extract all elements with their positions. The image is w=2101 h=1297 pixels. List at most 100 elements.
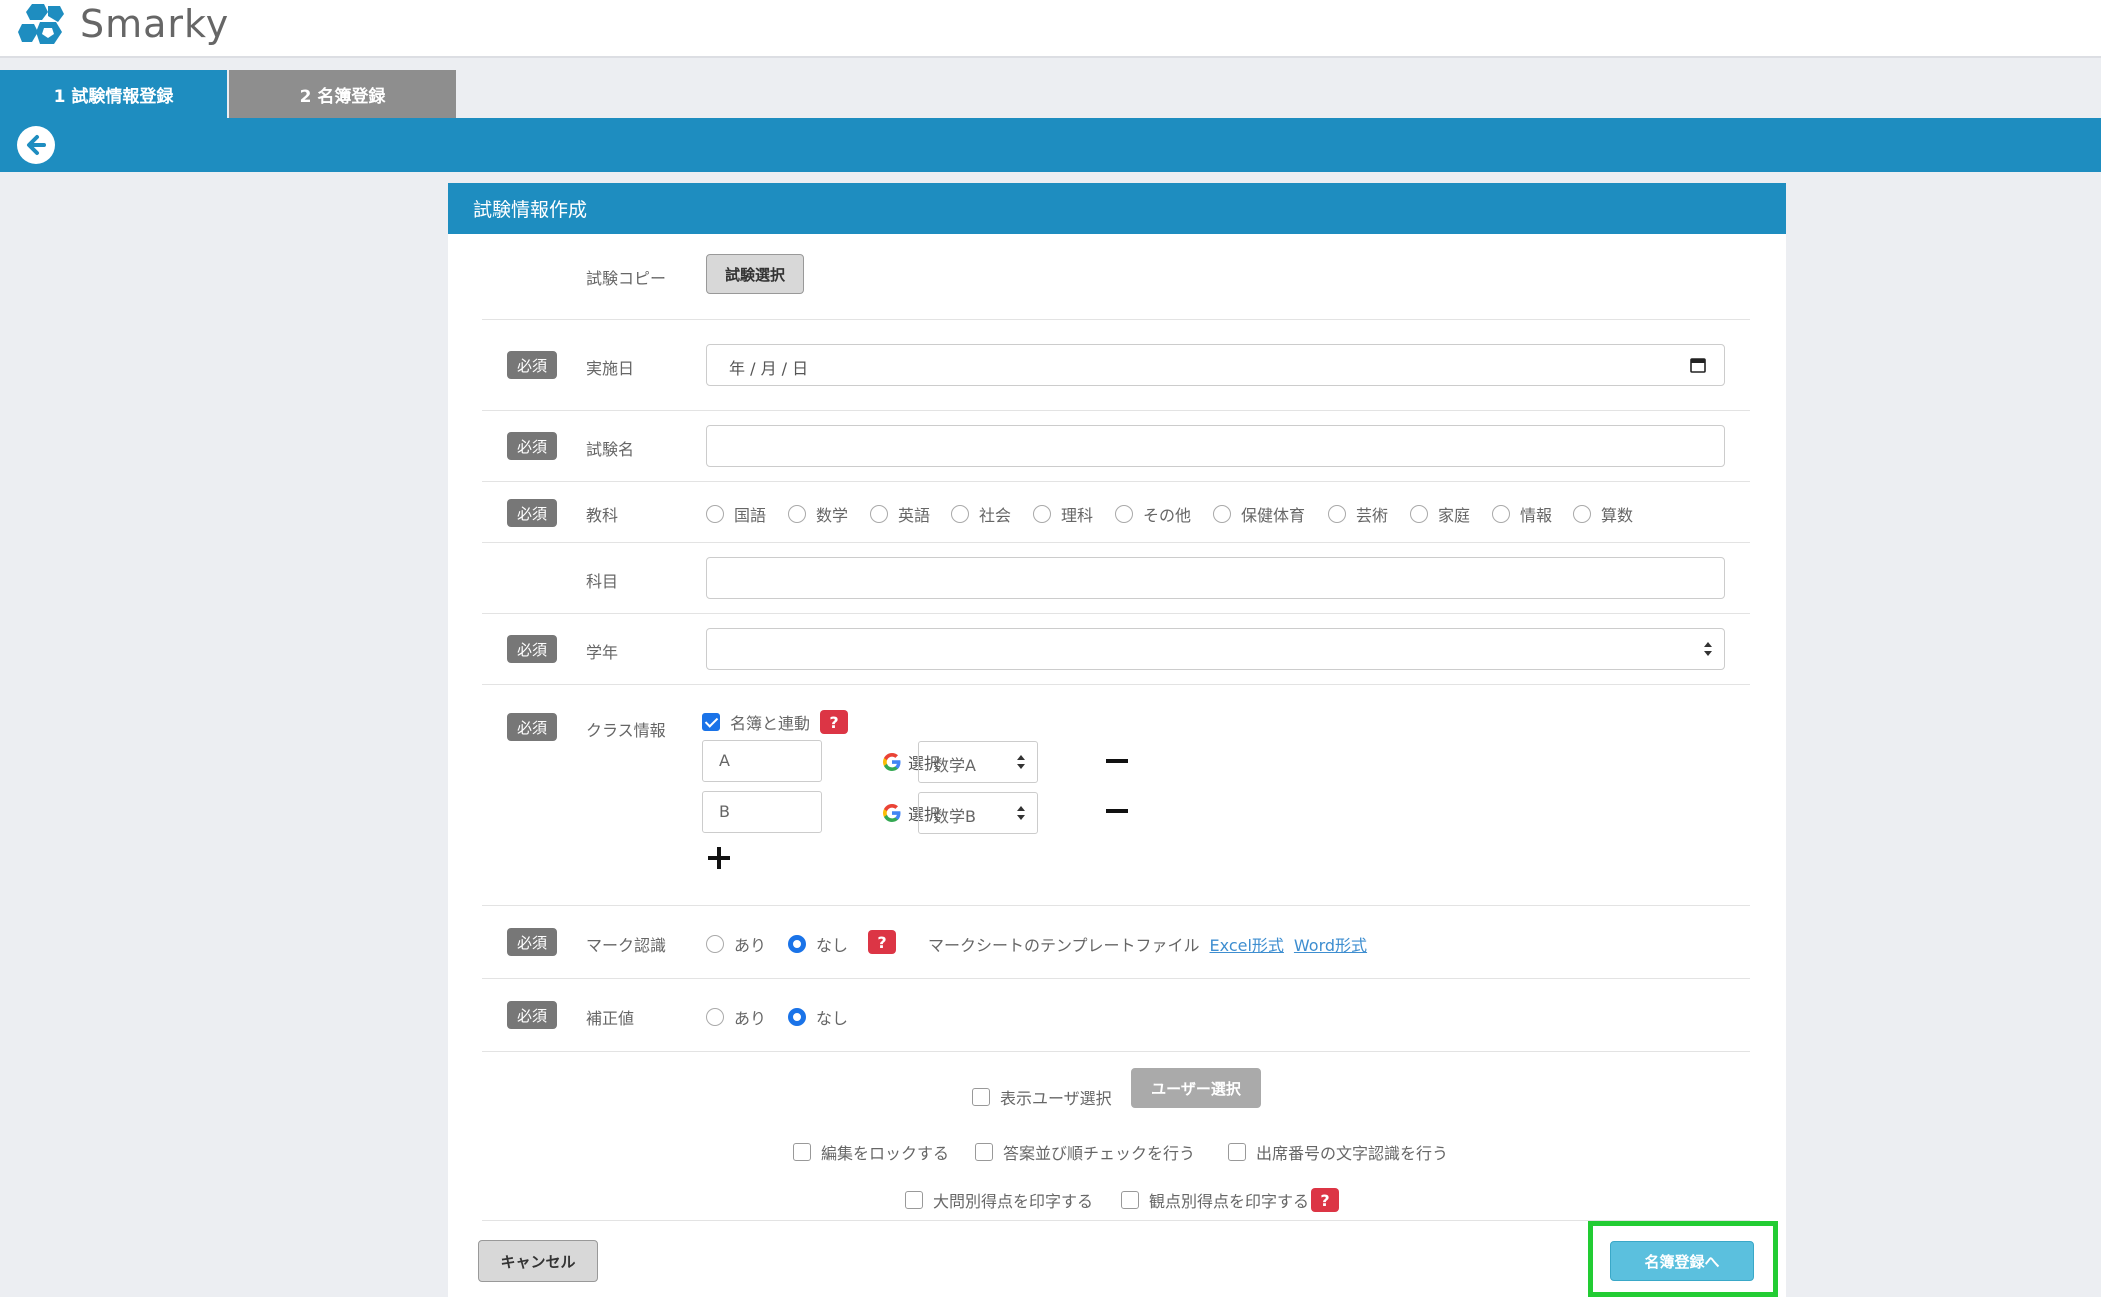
mark-option-no[interactable]: なし: [788, 932, 848, 956]
lock-edit-option[interactable]: 編集をロックする: [793, 1140, 949, 1164]
back-button[interactable]: [17, 126, 55, 164]
select-arrows-icon: [1704, 642, 1712, 656]
google-icon: [883, 804, 901, 822]
tab-exam-info[interactable]: 1 試験情報登録: [0, 70, 227, 118]
smarky-logo-icon: [18, 4, 64, 44]
radio-button[interactable]: [1492, 505, 1510, 523]
radio-button[interactable]: [1213, 505, 1231, 523]
radio-button[interactable]: [706, 1008, 724, 1026]
radio-button-selected[interactable]: [788, 1008, 806, 1026]
subject-option[interactable]: 数学: [788, 502, 848, 526]
cancel-button[interactable]: キャンセル: [478, 1240, 598, 1282]
mark-template-text: マークシートのテンプレートファイル Excel形式 Word形式: [928, 932, 1367, 956]
exam-name-input[interactable]: [706, 425, 1725, 467]
exam-select-button[interactable]: 試験選択: [706, 254, 804, 294]
mark-option-yes[interactable]: あり: [706, 932, 766, 956]
subject-option[interactable]: 芸術: [1328, 502, 1388, 526]
radio-button[interactable]: [1328, 505, 1346, 523]
class-name-input[interactable]: A: [702, 740, 822, 782]
subject-option[interactable]: 社会: [951, 502, 1011, 526]
correction-label: 補正値: [586, 1009, 635, 1028]
app-name: Smarky: [80, 2, 230, 46]
correction-row: 必須 補正値 あり なし: [482, 979, 1750, 1052]
next-to-roster-button[interactable]: 名簿登録へ: [1610, 1241, 1754, 1281]
course-input[interactable]: [706, 557, 1725, 599]
subject-option[interactable]: 情報: [1492, 502, 1552, 526]
excel-template-link[interactable]: Excel形式: [1210, 932, 1284, 956]
remove-class-button[interactable]: [1106, 759, 1128, 763]
date-label: 実施日: [586, 359, 635, 378]
help-icon[interactable]: ?: [1311, 1188, 1340, 1212]
radio-button[interactable]: [1115, 505, 1133, 523]
radio-button[interactable]: [1573, 505, 1591, 523]
attendance-ocr-option[interactable]: 出席番号の文字認識を行う: [1228, 1140, 1448, 1164]
class-course-select[interactable]: 数学B: [918, 792, 1038, 834]
radio-button[interactable]: [706, 935, 724, 953]
radio-button[interactable]: [870, 505, 888, 523]
radio-button[interactable]: [1410, 505, 1428, 523]
lock-edit-checkbox[interactable]: [793, 1143, 811, 1161]
exam-form-card: 試験情報作成 試験コピー 試験選択 必須 実施日 年 / 月 / 日 必須 試験…: [448, 183, 1786, 1297]
required-badge: 必須: [507, 1001, 557, 1029]
attendance-ocr-checkbox[interactable]: [1228, 1143, 1246, 1161]
answer-order-option[interactable]: 答案並び順チェックを行う: [975, 1140, 1195, 1164]
radio-button[interactable]: [706, 505, 724, 523]
calendar-icon[interactable]: [1690, 357, 1706, 373]
user-select-button[interactable]: ユーザー選択: [1131, 1068, 1261, 1108]
class-name-input[interactable]: B: [702, 791, 822, 833]
answer-order-checkbox[interactable]: [975, 1143, 993, 1161]
correction-option-yes[interactable]: あり: [706, 1005, 766, 1029]
help-icon[interactable]: ?: [868, 930, 896, 954]
remove-class-button[interactable]: [1106, 809, 1128, 813]
required-badge: 必須: [507, 351, 557, 379]
subject-option[interactable]: 英語: [870, 502, 930, 526]
subject-row: 必須 教科 国語 数学 英語 社会 理科 その他 保健体育 芸術 家庭 情報 算…: [482, 482, 1750, 543]
print-viewpoint-checkbox[interactable]: [1121, 1191, 1139, 1209]
display-user-checkbox[interactable]: [972, 1088, 990, 1106]
app-logo[interactable]: Smarky: [18, 0, 229, 48]
print-big-question-checkbox[interactable]: [905, 1191, 923, 1209]
radio-button[interactable]: [788, 505, 806, 523]
exam-copy-row: 試験コピー 試験選択: [482, 234, 1750, 320]
grade-select[interactable]: [706, 628, 1725, 670]
print-viewpoint-option[interactable]: 観点別得点を印字する ?: [1121, 1188, 1340, 1212]
next-button-highlight: 名簿登録へ: [1588, 1221, 1778, 1297]
mark-recognition-row: 必須 マーク認識 あり なし ? マークシートのテンプレートファイル Excel…: [482, 906, 1750, 979]
subject-label: 教科: [586, 506, 619, 525]
radio-button[interactable]: [1033, 505, 1051, 523]
required-badge: 必須: [507, 432, 557, 460]
display-user-option[interactable]: 表示ユーザ選択: [972, 1085, 1112, 1109]
print-big-question-option[interactable]: 大問別得点を印字する: [905, 1188, 1093, 1212]
subject-option[interactable]: 理科: [1033, 502, 1093, 526]
link-roster-checkbox[interactable]: [702, 713, 720, 731]
add-class-button[interactable]: [708, 847, 730, 869]
required-badge: 必須: [507, 635, 557, 663]
subject-option[interactable]: 家庭: [1410, 502, 1470, 526]
class-course-select[interactable]: 数学A: [918, 741, 1038, 783]
grade-row: 必須 学年: [482, 614, 1750, 685]
tab-roster[interactable]: 2 名簿登録: [229, 70, 456, 118]
required-badge: 必須: [507, 499, 557, 527]
exam-copy-label: 試験コピー: [586, 269, 667, 288]
subject-option[interactable]: 算数: [1573, 502, 1633, 526]
link-roster-option[interactable]: 名簿と連動 ?: [702, 710, 849, 734]
footer-divider: [482, 1220, 1750, 1221]
radio-button[interactable]: [951, 505, 969, 523]
subject-option[interactable]: 保健体育: [1213, 502, 1305, 526]
step-tabs: 1 試験情報登録 2 名簿登録: [0, 70, 456, 118]
correction-option-no[interactable]: なし: [788, 1005, 848, 1029]
grade-label: 学年: [586, 643, 619, 662]
date-input[interactable]: 年 / 月 / 日: [706, 344, 1725, 386]
subject-option[interactable]: その他: [1115, 502, 1191, 526]
help-icon[interactable]: ?: [820, 710, 849, 734]
date-placeholder: 年 / 月 / 日: [729, 359, 809, 378]
radio-button-selected[interactable]: [788, 935, 806, 953]
class-info-label: クラス情報: [586, 721, 666, 740]
word-template-link[interactable]: Word形式: [1294, 932, 1367, 956]
required-badge: 必須: [507, 713, 557, 741]
google-icon: [883, 753, 901, 771]
card-title: 試験情報作成: [448, 183, 1786, 234]
subject-option[interactable]: 国語: [706, 502, 766, 526]
date-row: 必須 実施日 年 / 月 / 日: [482, 320, 1750, 411]
exam-name-row: 必須 試験名: [482, 411, 1750, 482]
